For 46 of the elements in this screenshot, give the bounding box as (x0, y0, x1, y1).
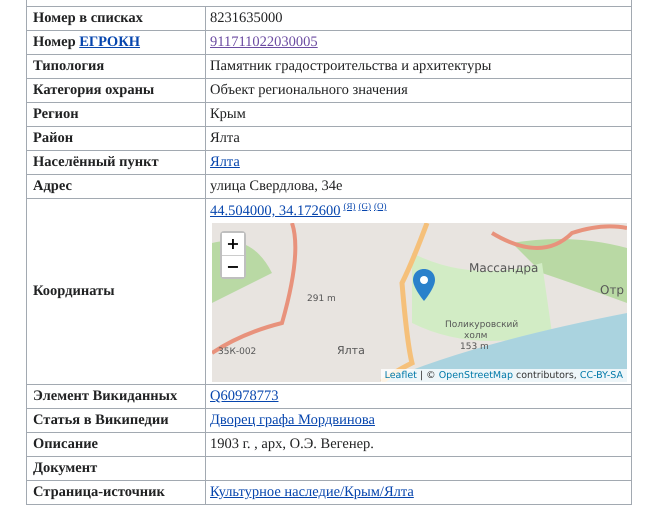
map-label: 291 m (307, 294, 336, 304)
coordinates-link[interactable]: 44.504000, 34.172600 (210, 202, 340, 219)
license-link[interactable]: CC-BY-SA (580, 370, 623, 381)
field-label: Категория охраны (26, 78, 206, 102)
field-label: Элемент Викиданных (26, 384, 206, 408)
map-marker-icon[interactable] (413, 268, 435, 301)
field-label: Статья в Википедии (26, 408, 206, 432)
map-label: холм (464, 330, 488, 341)
field-label: Адрес (26, 174, 206, 198)
field-label: Типология (26, 54, 206, 78)
value-link[interactable]: Q60978773 (210, 388, 278, 404)
field-label: Описание (26, 432, 206, 456)
map-attribution: Leaflet | © OpenStreetMap contributors, CC-BY-SA (380, 368, 627, 382)
map[interactable]: Массандра Отр 291 m Поликуровский холм 153 m 35К-002 Ялта + − Leaflet | © OpenStreetMap contributors, CC-BY-SA (212, 222, 627, 382)
zoom-out-button[interactable]: − (222, 254, 244, 277)
map-source-link[interactable]: (G) (358, 201, 371, 211)
map-label: 153 m (460, 342, 489, 352)
field-value: 8231635000 (210, 10, 282, 26)
value-link[interactable]: Дворец графа Мордвинова (210, 412, 375, 428)
field-label: Населённый пункт (26, 150, 206, 174)
field-label: Координаты (26, 198, 206, 384)
field-label: Номер в списках (26, 6, 206, 30)
value-link[interactable]: Культурное наследие/Крым/Ялта (210, 484, 414, 500)
value-link[interactable]: 911711022030005 (210, 34, 318, 50)
field-label: Район (26, 126, 206, 150)
label-link[interactable]: ЕГРОКН (79, 34, 140, 50)
field-value: 1903 г. , арх, О.Э. Вегенер. (210, 436, 374, 452)
field-value: улица Свердлова, 34е (210, 178, 342, 194)
field-label: Регион (26, 102, 206, 126)
map-label: 35К-002 (218, 346, 256, 357)
map-source-link[interactable]: (Я) (344, 201, 356, 211)
map-source-link[interactable]: (O) (374, 201, 386, 211)
field-label: Номер (33, 34, 77, 50)
field-label: Страница-источник (26, 480, 206, 504)
openstreetmap-link[interactable]: OpenStreetMap (438, 370, 513, 381)
field-label: Документ (26, 456, 206, 480)
map-label: Поликуровский (445, 320, 518, 330)
field-value: Объект регионального значения (210, 82, 408, 98)
map-label: Отр (600, 282, 624, 297)
map-label: Массандра (469, 260, 538, 275)
map-label: Ялта (337, 344, 365, 357)
leaflet-link[interactable]: Leaflet (384, 370, 417, 381)
field-value: Памятник градостроительства и архитектуры (210, 58, 492, 74)
value-link[interactable]: Ялта (210, 154, 240, 170)
field-value: Ялта (210, 130, 240, 146)
field-value: Крым (210, 106, 246, 122)
